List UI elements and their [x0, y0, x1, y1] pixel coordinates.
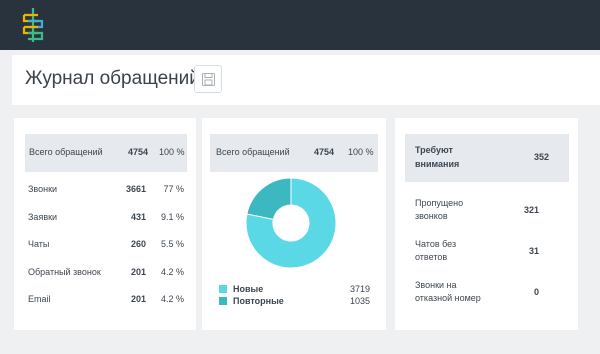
- attention-header: Требуют внимания 352: [405, 134, 569, 182]
- list-item-count: 201: [130, 294, 146, 304]
- legend-value: 3719: [349, 284, 370, 294]
- donut-slice-Повторные[interactable]: [246, 177, 292, 220]
- legend-swatch: [219, 285, 227, 293]
- list-item-count: 31: [528, 246, 539, 256]
- summary-header-count: 4754: [128, 147, 149, 157]
- list-item-label: Заявки: [28, 212, 58, 222]
- list-item-label-2: ответов: [415, 252, 448, 262]
- page-header: Журнал обращений: [12, 55, 600, 105]
- summary-header-percent: 100 %: [159, 147, 185, 157]
- list-item-count: 431: [130, 212, 146, 222]
- donut-chart: [245, 177, 337, 269]
- save-button[interactable]: [194, 65, 222, 93]
- list-item-label: Обратный звонок: [28, 267, 101, 277]
- list-item-percent: 77 %: [163, 184, 184, 194]
- summary-header: Всего обращений 4754 100 %: [25, 134, 187, 172]
- list-item-label-1: Звонки на: [415, 280, 457, 290]
- list-item-percent: 5.5 %: [160, 239, 184, 249]
- donut-header-label: Всего обращений: [216, 147, 290, 157]
- list-item-count: 0: [533, 287, 539, 297]
- logo-icon[interactable]: [20, 6, 46, 44]
- list-item-label-2: звонков: [415, 211, 448, 221]
- list-item-label-1: Пропущено: [415, 198, 464, 208]
- list-item-count: 201: [130, 267, 146, 277]
- legend-swatch: [219, 297, 227, 305]
- legend-label: Новые: [233, 284, 264, 294]
- attention-header-label-2: внимания: [415, 159, 460, 169]
- save-icon: [202, 73, 215, 86]
- donut-header-count: 4754: [314, 147, 335, 157]
- summary-header-label: Всего обращений: [29, 147, 103, 157]
- attention-card: Требуют внимания 352 Пропущено звонков 3…: [395, 118, 578, 330]
- list-item-label: Email: [28, 294, 51, 304]
- donut-card: Всего обращений 4754 100 % Новые 3719 По…: [202, 118, 386, 330]
- list-item-count: 260: [130, 239, 146, 249]
- page-title: Журнал обращений: [25, 68, 200, 89]
- list-item-count: 321: [523, 205, 539, 215]
- list-item-label: Звонки: [28, 184, 58, 194]
- list-item-count: 3661: [125, 184, 146, 194]
- summary-card: Всего обращений 4754 100 % Звонки 3661 7…: [14, 118, 196, 330]
- donut-header: Всего обращений 4754 100 %: [210, 134, 378, 172]
- list-item-percent: 4.2 %: [160, 294, 184, 304]
- attention-header-count: 352: [533, 152, 549, 162]
- legend-label: Повторные: [233, 296, 284, 306]
- donut-header-percent: 100 %: [348, 147, 374, 157]
- list-item-label: Чаты: [28, 239, 50, 249]
- top-bar: [0, 0, 600, 50]
- legend-value: 1035: [349, 296, 370, 306]
- list-item-label-2: отказной номер: [415, 293, 481, 303]
- list-item-percent: 9.1 %: [160, 212, 184, 222]
- list-item-label-1: Чатов без: [415, 239, 457, 249]
- attention-header-label-1: Требуют: [415, 145, 453, 155]
- list-item-percent: 4.2 %: [160, 267, 184, 277]
